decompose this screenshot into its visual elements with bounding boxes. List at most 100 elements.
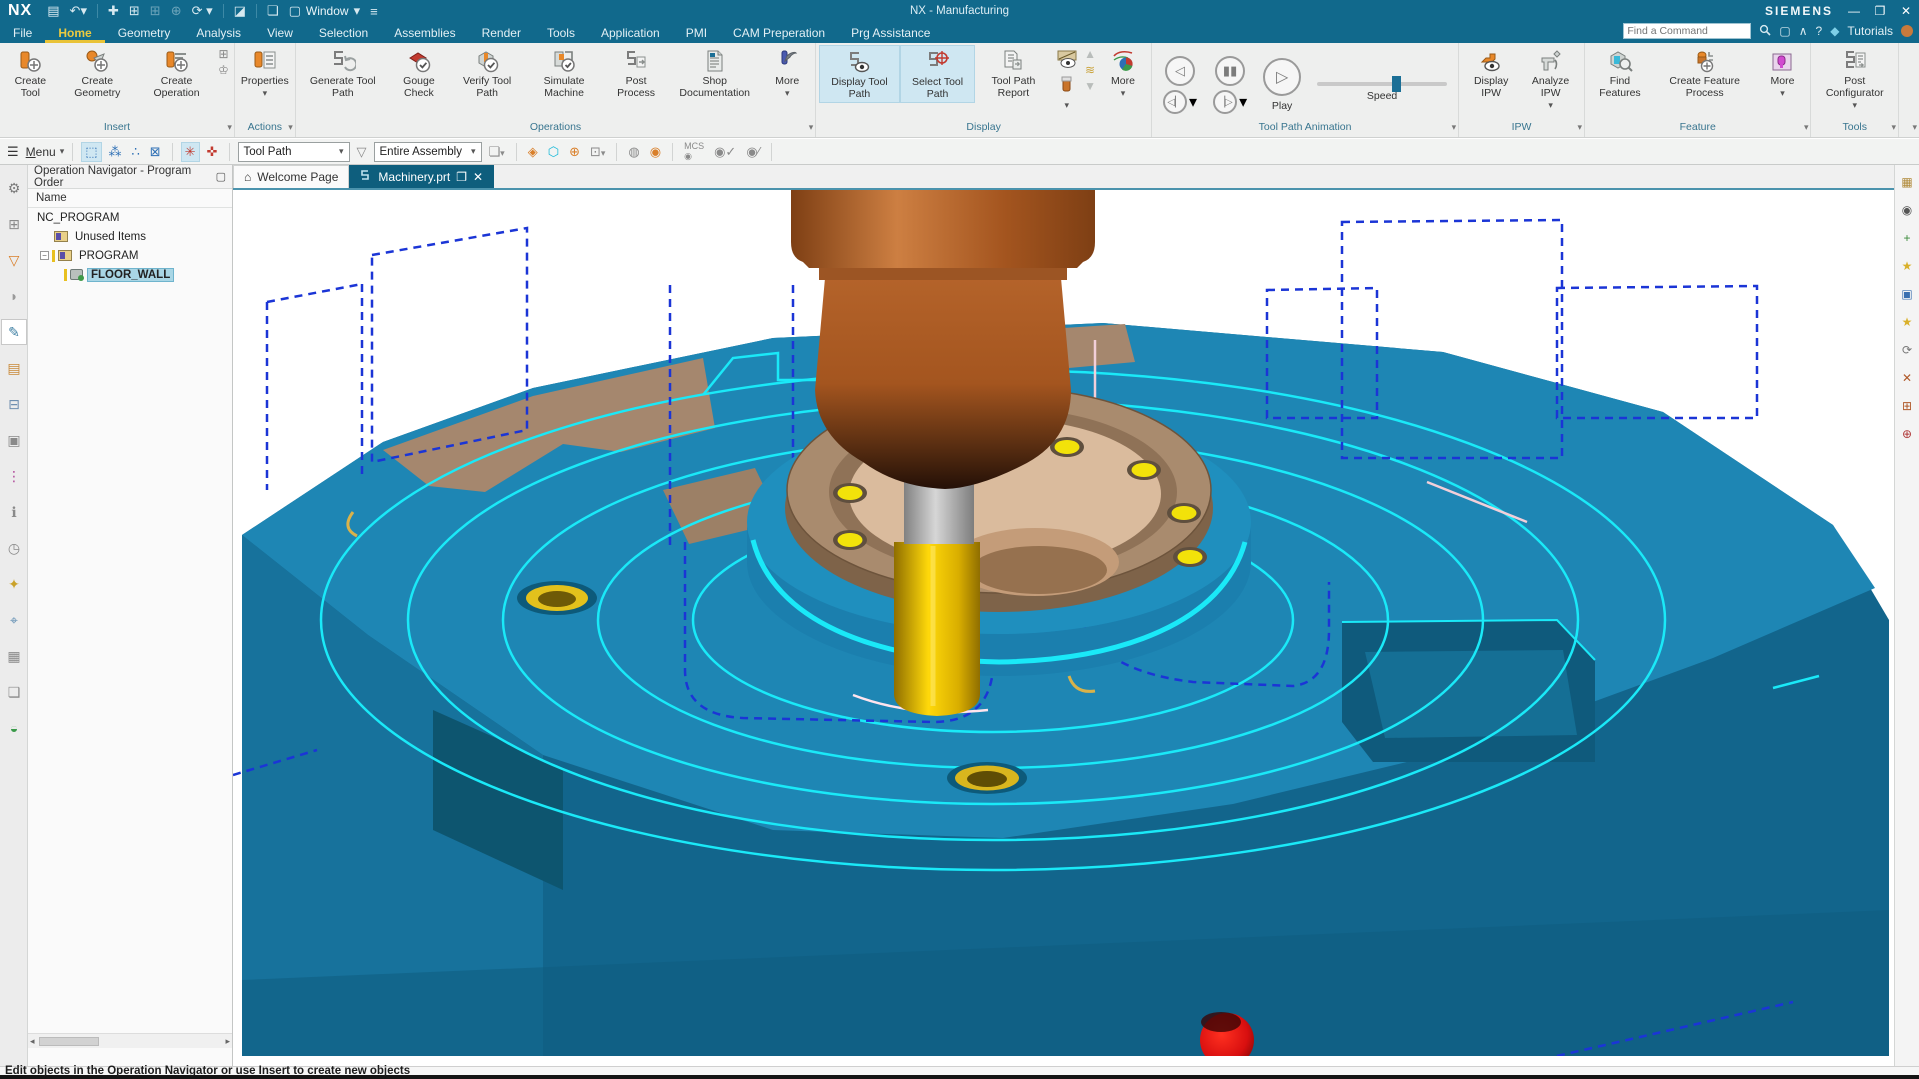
simulate-machine-button[interactable]: Simulate Machine <box>523 45 605 101</box>
documents-icon[interactable]: ❏ <box>1 679 27 705</box>
measure-icon[interactable]: ⌖ <box>1 607 27 633</box>
find-command-input[interactable] <box>1623 23 1751 39</box>
menu-geometry[interactable]: Geometry <box>105 22 184 43</box>
navigator-column-name[interactable]: Name <box>28 189 232 208</box>
post-process-button[interactable]: Post Process <box>605 45 667 101</box>
snap-circle-icon[interactable]: ⬡ <box>545 143 562 161</box>
info-circle-icon[interactable]: ℹ <box>1 499 27 525</box>
hide-percent-icon[interactable]: ◉⁄ <box>743 143 763 161</box>
shop-documentation-button[interactable]: Shop Documentation <box>667 45 762 101</box>
menu-cam-preparation[interactable]: CAM Preperation <box>720 22 838 43</box>
create-geometry-button[interactable]: Create Geometry <box>58 45 137 101</box>
locate-path-icon[interactable]: ⊕ <box>1896 423 1918 445</box>
move-icon[interactable]: ✚ <box>108 3 119 19</box>
scroll-left-icon[interactable]: ◂ <box>28 1036 37 1047</box>
layers-icon[interactable]: ▦ <box>1 643 27 669</box>
dialog-launcher-icon[interactable]: ▾ <box>1891 122 1896 133</box>
properties-dropdown-icon[interactable]: ▾ <box>263 88 268 98</box>
tree-row-unused-items[interactable]: Unused Items <box>28 227 232 246</box>
create-operation-button[interactable]: Create Operation <box>137 45 216 101</box>
collapse-ribbon-icon[interactable]: ∧ <box>1799 24 1808 38</box>
more-dropdown-icon[interactable]: ▾ <box>785 88 790 98</box>
more-dropdown-icon[interactable]: ▾ <box>1121 88 1126 98</box>
dialog-launcher-icon[interactable]: ▾ <box>1452 122 1457 133</box>
settings-gear-icon[interactable]: ⚙ <box>1 175 27 201</box>
tab-machinery-part[interactable]: Machinery.prt ❐ ✕ <box>349 165 494 188</box>
select-tool-path-button[interactable]: Select Tool Path <box>900 45 976 103</box>
workpiece-icon[interactable]: ▣ <box>1896 283 1918 305</box>
menu-application[interactable]: Application <box>588 22 673 43</box>
verify-tool-path-button[interactable]: Verify Tool Path <box>451 45 523 101</box>
snap-handle-icon[interactable]: ◈ <box>525 143 541 161</box>
machine-tool-navigator-icon[interactable]: ▤ <box>1 355 27 381</box>
menu-assemblies[interactable]: Assemblies <box>381 22 468 43</box>
feature-more-button[interactable]: More ▾ <box>1757 45 1807 99</box>
snap-end-icon[interactable]: ✜ <box>204 143 221 161</box>
show-check-icon[interactable]: ◉✓ <box>711 143 739 161</box>
play-button[interactable]: ▷ <box>1263 58 1301 96</box>
favorite-operation-icon[interactable]: ★ <box>1896 255 1918 277</box>
part-navigator-icon[interactable]: ◗ <box>1 283 27 309</box>
sequence-icon[interactable]: ⋮ <box>1 463 27 489</box>
dropdown-icon[interactable]: ▾ <box>1239 92 1247 112</box>
snap-point-icon[interactable]: ✳ <box>181 142 200 162</box>
snap-box-icon[interactable]: ⊕ <box>566 143 583 161</box>
touch-icon[interactable]: ✦ <box>1 571 27 597</box>
menu-pmi[interactable]: PMI <box>673 22 720 43</box>
cascade-windows-icon[interactable]: ❏ <box>267 3 279 19</box>
select-bodies-icon[interactable]: ⊠ <box>147 143 164 161</box>
menu-hamburger-icon[interactable]: ☰ <box>4 143 22 161</box>
menu-view[interactable]: View <box>254 22 306 43</box>
viewport-3d[interactable] <box>233 190 1894 1066</box>
stack-icon[interactable]: ≋ <box>1084 63 1096 77</box>
dialog-launcher-icon[interactable]: ▾ <box>1577 122 1582 133</box>
insert-extra-icon[interactable]: ⊞ <box>218 47 229 61</box>
notes-icon[interactable]: ▣ <box>1 427 27 453</box>
display-ipw-button[interactable]: Display IPW <box>1462 45 1520 101</box>
go-to-start-button[interactable]: ◁▏ <box>1163 90 1187 114</box>
process-navigator-icon[interactable]: ⊟ <box>1 391 27 417</box>
customize-qat-icon[interactable]: ≡ <box>370 4 378 19</box>
properties-button[interactable]: Properties ▾ <box>238 45 292 99</box>
regenerate-path-icon[interactable]: ⟳ <box>1896 339 1918 361</box>
navigator-horizontal-scrollbar[interactable]: ◂ ▸ <box>28 1033 232 1048</box>
window-menu[interactable]: Window <box>306 4 349 18</box>
insert-extra2-icon[interactable]: ♔ <box>218 63 229 77</box>
constraint-navigator-icon[interactable]: ▽ <box>1 247 27 273</box>
undo-icon[interactable]: ↶▾ <box>70 3 87 19</box>
gouge-check-button[interactable]: Gouge Check <box>387 45 451 101</box>
copy-icon[interactable]: ⊞ <box>129 3 140 19</box>
display-blisk-icon[interactable]: ▦ <box>1896 171 1918 193</box>
show-mcs-icon[interactable]: MCS◉ <box>681 140 707 163</box>
history-clock-icon[interactable]: ◷ <box>1 535 27 561</box>
restore-button[interactable]: ❐ <box>1867 0 1893 22</box>
display-tool-path-button[interactable]: Display Tool Path <box>819 45 899 103</box>
delete-path-icon[interactable]: ✕ <box>1896 367 1918 389</box>
dialog-launcher-icon[interactable]: ▾ <box>1804 122 1809 133</box>
menu-tools[interactable]: Tools <box>534 22 588 43</box>
speed-slider-thumb[interactable] <box>1392 76 1401 92</box>
touch-mode-icon[interactable]: ◪ <box>234 3 246 19</box>
display-mcs-icon[interactable]: + <box>1896 227 1918 249</box>
undock-tab-icon[interactable]: ❐ <box>456 170 467 184</box>
expand-toggle-icon[interactable]: − <box>40 251 49 260</box>
save-icon[interactable]: ▤ <box>47 3 59 19</box>
assembly-scope-combo[interactable]: Entire Assembly▾ <box>374 142 482 162</box>
assembly-navigator-icon[interactable]: ⊞ <box>1 211 27 237</box>
tree-row-program[interactable]: − PROGRAM <box>28 246 232 265</box>
menu-analysis[interactable]: Analysis <box>183 22 254 43</box>
shaded-view-icon[interactable]: ◍ <box>625 143 642 161</box>
dialog-launcher-icon[interactable]: ▾ <box>288 122 293 133</box>
search-icon[interactable] <box>1759 24 1771 39</box>
window-icon[interactable]: ▢ <box>289 3 301 19</box>
dialog-launcher-icon[interactable]: ▾ <box>227 122 232 133</box>
minimize-button[interactable]: — <box>1841 0 1867 22</box>
select-components-icon[interactable]: ⁂ <box>106 143 125 161</box>
post-configurator-button[interactable]: Post Configurator ▾ <box>1814 45 1895 111</box>
operations-more-button[interactable]: More ▾ <box>762 45 812 99</box>
move-up-icon[interactable]: ▲ <box>1084 47 1096 61</box>
menu-file[interactable]: File <box>0 22 45 43</box>
copy-path-icon[interactable]: ⊞ <box>1896 395 1918 417</box>
move-down-icon[interactable]: ▼ <box>1084 79 1096 93</box>
dropdown-icon[interactable]: ▾ <box>1548 100 1553 110</box>
